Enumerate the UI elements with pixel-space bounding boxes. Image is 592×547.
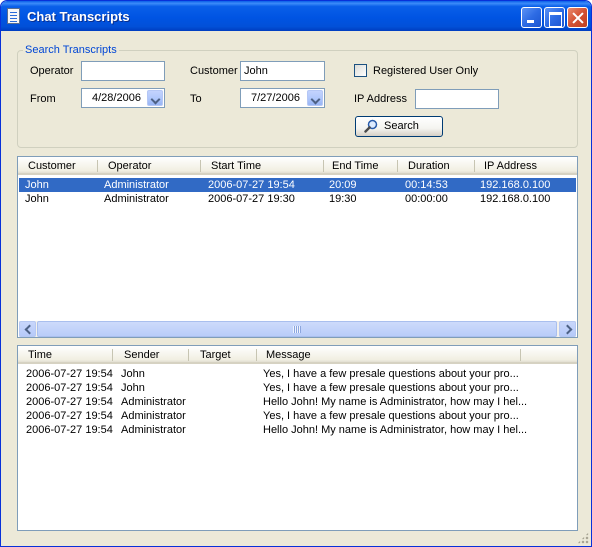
to-date-dropdown-icon[interactable]: [307, 90, 323, 106]
column-separator[interactable]: [97, 160, 98, 172]
session-operator: Administrator: [104, 193, 169, 205]
ip-address-label: IP Address: [354, 93, 407, 105]
message-text: Yes, I have a few presale questions abou…: [263, 368, 519, 380]
registered-user-label[interactable]: Registered User Only: [373, 65, 478, 77]
search-group-label: Search Transcripts: [23, 44, 119, 56]
column-header[interactable]: Duration: [408, 160, 450, 175]
from-date-dropdown-icon[interactable]: [147, 90, 163, 106]
session-start: 2006-07-27 19:30: [208, 193, 295, 205]
from-label: From: [30, 93, 56, 105]
message-sender: Administrator: [121, 410, 186, 422]
column-header[interactable]: IP Address: [484, 160, 537, 175]
session-row[interactable]: John Administrator 2006-07-27 19:30 19:3…: [19, 192, 576, 206]
column-separator[interactable]: [256, 349, 257, 361]
message-time: 2006-07-27 19:54: [26, 424, 113, 436]
title-bar[interactable]: Chat Transcripts: [1, 1, 591, 31]
message-row[interactable]: 2006-07-27 19:54 John Yes, I have a few …: [19, 381, 576, 395]
from-date-value: 4/28/2006: [92, 92, 141, 104]
column-header[interactable]: Customer: [28, 160, 76, 175]
sessions-list[interactable]: Customer Operator Start Time End Time Du…: [17, 156, 578, 338]
chat-transcripts-window: Chat Transcripts Search Transcripts Oper…: [0, 0, 592, 547]
to-label: To: [190, 93, 202, 105]
column-separator[interactable]: [397, 160, 398, 172]
session-duration: 00:14:53: [405, 179, 448, 191]
session-customer: John: [25, 193, 49, 205]
minimize-button[interactable]: [521, 7, 542, 28]
column-separator[interactable]: [200, 160, 201, 172]
session-end: 19:30: [329, 193, 357, 205]
session-ip: 192.168.0.100: [480, 193, 551, 205]
search-button-label: Search: [384, 120, 419, 132]
message-text: Hello John! My name is Administrator, ho…: [263, 424, 528, 436]
column-separator[interactable]: [520, 349, 521, 361]
message-time: 2006-07-27 19:54: [26, 382, 113, 394]
registered-user-checkbox[interactable]: [354, 64, 367, 77]
to-date-value: 7/27/2006: [251, 92, 300, 104]
search-button[interactable]: Search: [355, 116, 443, 137]
scroll-left-icon[interactable]: [19, 321, 36, 337]
message-text: Hello John! My name is Administrator, ho…: [263, 396, 528, 408]
session-row[interactable]: John Administrator 2006-07-27 19:54 20:0…: [19, 178, 576, 192]
column-header[interactable]: End Time: [332, 160, 378, 175]
scroll-right-icon[interactable]: [559, 321, 576, 337]
column-header[interactable]: Sender: [124, 349, 159, 364]
operator-label: Operator: [30, 65, 74, 77]
messages-list-header: Time Sender Target Message: [18, 346, 577, 364]
sessions-list-header: Customer Operator Start Time End Time Du…: [18, 157, 577, 175]
column-separator[interactable]: [474, 160, 475, 172]
session-duration: 00:00:00: [405, 193, 448, 205]
session-ip: 192.168.0.100: [480, 179, 551, 191]
column-header[interactable]: Message: [266, 349, 311, 364]
message-time: 2006-07-27 19:54: [26, 396, 113, 408]
resize-grip-icon[interactable]: [577, 532, 589, 544]
column-header[interactable]: Start Time: [211, 160, 261, 175]
message-row[interactable]: 2006-07-27 19:54 John Yes, I have a few …: [19, 367, 576, 381]
session-operator: Administrator: [104, 179, 169, 191]
message-sender: John: [121, 382, 145, 394]
message-row[interactable]: 2006-07-27 19:54 Administrator Hello Joh…: [19, 423, 576, 437]
column-header[interactable]: Time: [28, 349, 52, 364]
window-title: Chat Transcripts: [27, 9, 130, 24]
column-separator[interactable]: [112, 349, 113, 361]
to-date-picker[interactable]: 7/27/2006: [240, 88, 325, 108]
message-time: 2006-07-27 19:54: [26, 368, 113, 380]
operator-input[interactable]: [81, 61, 165, 81]
grip-icon: [293, 326, 301, 333]
from-date-picker[interactable]: 4/28/2006: [81, 88, 165, 108]
session-start: 2006-07-27 19:54: [208, 179, 295, 191]
message-time: 2006-07-27 19:54: [26, 410, 113, 422]
magnifier-icon: [364, 119, 378, 133]
message-sender: John: [121, 368, 145, 380]
message-text: Yes, I have a few presale questions abou…: [263, 382, 519, 394]
session-end: 20:09: [329, 179, 357, 191]
ip-address-input[interactable]: [415, 89, 499, 109]
message-sender: Administrator: [121, 424, 186, 436]
message-text: Yes, I have a few presale questions abou…: [263, 410, 519, 422]
document-list-icon: [7, 8, 20, 24]
message-row[interactable]: 2006-07-27 19:54 Administrator Hello Joh…: [19, 395, 576, 409]
column-header[interactable]: Target: [200, 349, 231, 364]
customer-label: Customer: [190, 65, 238, 77]
messages-list[interactable]: Time Sender Target Message 2006-07-27 19…: [17, 345, 578, 531]
close-button[interactable]: [567, 7, 588, 28]
column-separator[interactable]: [188, 349, 189, 361]
sessions-horizontal-scrollbar[interactable]: [19, 321, 576, 337]
maximize-button[interactable]: [544, 7, 565, 28]
customer-input[interactable]: [240, 61, 325, 81]
message-row[interactable]: 2006-07-27 19:54 Administrator Yes, I ha…: [19, 409, 576, 423]
scrollbar-thumb[interactable]: [37, 321, 557, 337]
column-header[interactable]: Operator: [108, 160, 151, 175]
column-separator[interactable]: [323, 160, 324, 172]
session-customer: John: [25, 179, 49, 191]
message-sender: Administrator: [121, 396, 186, 408]
